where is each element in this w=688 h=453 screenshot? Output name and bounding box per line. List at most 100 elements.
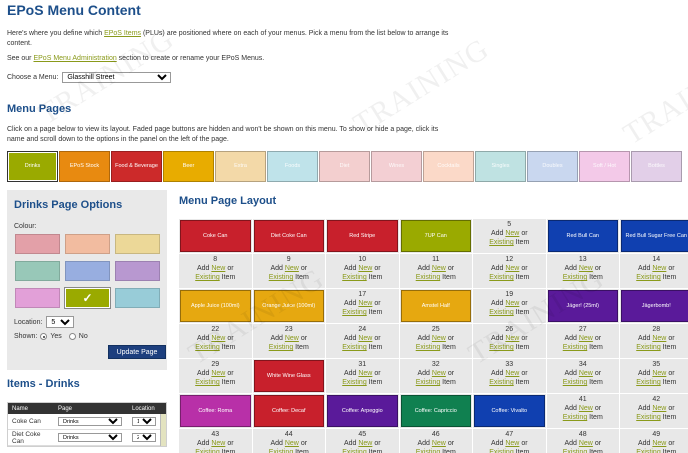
add-new-link[interactable]: New — [579, 440, 593, 447]
add-existing-link[interactable]: Existing — [489, 449, 514, 453]
menu-item-button[interactable]: Jägerbomb! — [621, 290, 688, 322]
menu-page-button[interactable]: Wines — [371, 151, 422, 182]
add-new-link[interactable]: New — [358, 440, 372, 447]
menu-item-button[interactable]: Coffee: Vivalto — [474, 395, 545, 427]
add-new-link[interactable]: New — [358, 265, 372, 272]
items-scrollbar[interactable] — [160, 414, 166, 446]
menu-page-button[interactable]: Food & Beverage — [111, 151, 162, 182]
colour-swatch[interactable] — [65, 234, 110, 254]
epos-items-link[interactable]: EPoS Items — [104, 30, 141, 37]
colour-swatch[interactable] — [15, 288, 60, 308]
add-existing-link[interactable]: Existing — [416, 449, 441, 453]
add-new-link[interactable]: New — [652, 440, 666, 447]
menu-item-button[interactable]: Coffee: Arpeggio — [327, 395, 398, 427]
add-new-link[interactable]: New — [432, 440, 446, 447]
shown-yes-radio[interactable] — [40, 333, 48, 340]
add-new-link[interactable]: New — [652, 370, 666, 377]
update-page-button[interactable]: Update Page — [108, 345, 166, 359]
location-select[interactable]: 5 — [46, 316, 75, 328]
add-new-link[interactable]: New — [285, 440, 299, 447]
add-existing-link[interactable]: Existing — [563, 274, 588, 281]
menu-item-button[interactable]: Coke Can — [180, 220, 251, 252]
menu-item-button[interactable]: Amstel Half — [400, 290, 471, 322]
add-existing-link[interactable]: Existing — [342, 309, 367, 316]
add-new-link[interactable]: New — [285, 335, 299, 342]
add-existing-link[interactable]: Existing — [195, 344, 220, 351]
add-new-link[interactable]: New — [432, 265, 446, 272]
menu-item-button[interactable]: Red Bull Can — [547, 220, 618, 252]
menu-admin-link[interactable]: EPoS Menu Administration — [33, 55, 116, 62]
add-existing-link[interactable]: Existing — [636, 449, 661, 453]
menu-item-button[interactable]: Jäger! (25ml) — [547, 290, 618, 322]
item-location-select[interactable]: 1 — [132, 417, 156, 426]
colour-swatch[interactable] — [115, 261, 160, 281]
add-existing-link[interactable]: Existing — [342, 344, 367, 351]
menu-page-button[interactable]: Bottles — [631, 151, 682, 182]
menu-item-button[interactable]: Orange Juice (100ml) — [253, 290, 324, 322]
add-new-link[interactable]: New — [579, 370, 593, 377]
colour-swatch[interactable] — [15, 234, 60, 254]
add-existing-link[interactable]: Existing — [195, 274, 220, 281]
menu-item-button[interactable]: Red Bull Sugar Free Can — [621, 220, 688, 252]
add-existing-link[interactable]: Existing — [563, 414, 588, 421]
add-new-link[interactable]: New — [211, 440, 225, 447]
menu-page-button[interactable]: Foods — [267, 151, 318, 182]
add-existing-link[interactable]: Existing — [489, 309, 514, 316]
menu-item-button[interactable]: Apple Juice (100ml) — [180, 290, 251, 322]
menu-page-button[interactable]: Soft / Hot — [579, 151, 630, 182]
add-existing-link[interactable]: Existing — [416, 379, 441, 386]
add-new-link[interactable]: New — [652, 335, 666, 342]
add-new-link[interactable]: New — [505, 335, 519, 342]
add-new-link[interactable]: New — [211, 335, 225, 342]
add-existing-link[interactable]: Existing — [489, 344, 514, 351]
menu-item-button[interactable]: Coffee: Capriccio — [400, 395, 471, 427]
menu-item-button[interactable]: Diet Coke Can — [253, 220, 324, 252]
add-new-link[interactable]: New — [432, 335, 446, 342]
menu-item-button[interactable]: Red Stripe — [327, 220, 398, 252]
add-existing-link[interactable]: Existing — [342, 449, 367, 453]
add-existing-link[interactable]: Existing — [269, 344, 294, 351]
add-new-link[interactable]: New — [285, 265, 299, 272]
add-new-link[interactable]: New — [211, 265, 225, 272]
menu-page-button[interactable]: Diet — [319, 151, 370, 182]
menu-page-button[interactable]: Drinks — [7, 151, 58, 182]
add-new-link[interactable]: New — [505, 230, 519, 237]
menu-page-button[interactable]: Singles — [475, 151, 526, 182]
colour-swatch[interactable] — [115, 234, 160, 254]
add-new-link[interactable]: New — [211, 370, 225, 377]
colour-swatch[interactable] — [115, 288, 160, 308]
add-existing-link[interactable]: Existing — [416, 344, 441, 351]
add-new-link[interactable]: New — [652, 265, 666, 272]
add-existing-link[interactable]: Existing — [269, 449, 294, 453]
add-new-link[interactable]: New — [505, 300, 519, 307]
add-new-link[interactable]: New — [358, 370, 372, 377]
item-page-select[interactable]: Drinks — [58, 417, 122, 426]
add-new-link[interactable]: New — [358, 300, 372, 307]
colour-swatch[interactable] — [15, 261, 60, 281]
add-new-link[interactable]: New — [505, 440, 519, 447]
menu-page-button[interactable]: Beer — [163, 151, 214, 182]
add-existing-link[interactable]: Existing — [563, 379, 588, 386]
add-new-link[interactable]: New — [652, 405, 666, 412]
add-existing-link[interactable]: Existing — [636, 414, 661, 421]
add-new-link[interactable]: New — [505, 265, 519, 272]
menu-item-button[interactable]: 7UP Can — [400, 220, 471, 252]
menu-select[interactable]: Glasshill Street — [62, 72, 172, 83]
add-new-link[interactable]: New — [579, 335, 593, 342]
add-existing-link[interactable]: Existing — [563, 344, 588, 351]
add-existing-link[interactable]: Existing — [636, 274, 661, 281]
add-existing-link[interactable]: Existing — [342, 379, 367, 386]
colour-swatch[interactable]: ✓ — [64, 287, 111, 309]
menu-item-button[interactable]: Coffee: Roma — [180, 395, 251, 427]
add-existing-link[interactable]: Existing — [416, 274, 441, 281]
add-existing-link[interactable]: Existing — [489, 274, 514, 281]
add-existing-link[interactable]: Existing — [636, 344, 661, 351]
add-existing-link[interactable]: Existing — [195, 449, 220, 453]
menu-item-button[interactable]: Coffee: Decaf — [253, 395, 324, 427]
add-existing-link[interactable]: Existing — [563, 449, 588, 453]
add-new-link[interactable]: New — [579, 265, 593, 272]
add-new-link[interactable]: New — [358, 335, 372, 342]
add-existing-link[interactable]: Existing — [195, 379, 220, 386]
add-existing-link[interactable]: Existing — [636, 379, 661, 386]
add-new-link[interactable]: New — [505, 370, 519, 377]
